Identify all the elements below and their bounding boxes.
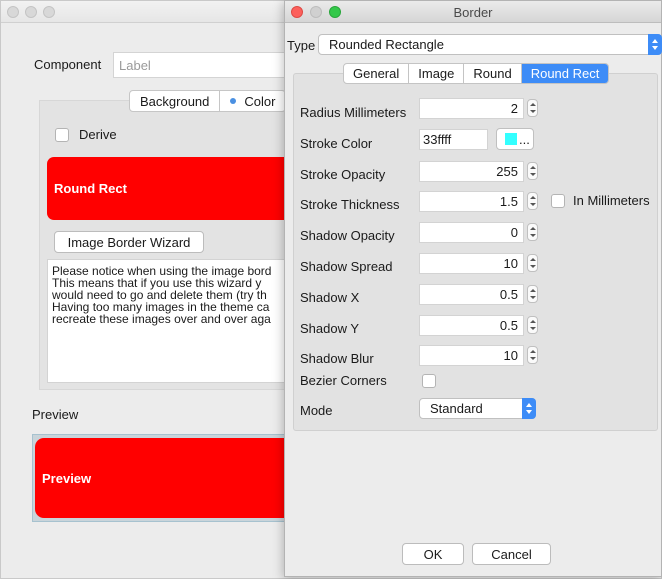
round-rect-sample-text: Round Rect [54, 181, 127, 196]
notice-line: recreate these images over and over aga [52, 312, 271, 326]
stroke-thickness-spinner[interactable] [527, 192, 538, 210]
shadow-x-input[interactable]: 0.5 [419, 284, 524, 305]
ok-button[interactable]: OK [402, 543, 464, 565]
bg-close-button[interactable] [7, 6, 19, 18]
in-millimeters-row[interactable]: In Millimeters [551, 193, 650, 208]
tab-background[interactable]: Background [130, 91, 221, 111]
shadow-spread-input[interactable]: 10 [419, 253, 524, 274]
tab-general-label: General [353, 66, 400, 81]
radius-mm-input[interactable]: 2 [419, 98, 524, 119]
derive-label: Derive [79, 127, 117, 142]
select-arrows-icon [522, 398, 536, 419]
shadow-spread-spinner[interactable] [527, 254, 538, 272]
stroke-thickness-input[interactable]: 1.5 [419, 191, 524, 212]
border-tabs: General Image Round Round Rect [343, 63, 610, 84]
mode-select-value: Standard [430, 401, 483, 416]
cancel-button[interactable]: Cancel [472, 543, 551, 565]
image-border-wizard-label: Image Border Wizard [67, 234, 191, 250]
notice-textarea[interactable]: Please notice when using the image bord … [47, 259, 297, 383]
shadow-y-label: Shadow Y [300, 321, 360, 336]
derive-checkbox[interactable] [55, 127, 69, 142]
shadow-opacity-label: Shadow Opacity [300, 228, 395, 243]
stroke-color-picker-button[interactable]: ... [496, 128, 534, 150]
stroke-opacity-input[interactable]: 255 [419, 161, 524, 182]
select-arrows-icon [648, 34, 662, 55]
bg-minimize-button[interactable] [25, 6, 37, 18]
shadow-x-spinner[interactable] [527, 285, 538, 303]
shadow-blur-spinner[interactable] [527, 346, 538, 364]
color-swatch-icon [505, 133, 517, 145]
in-millimeters-label: In Millimeters [573, 193, 650, 208]
derive-row[interactable]: Derive [55, 127, 117, 142]
cancel-button-label: Cancel [491, 546, 532, 562]
mode-label: Mode [300, 403, 333, 418]
bezier-corners-label: Bezier Corners [300, 373, 387, 388]
tab-color[interactable]: Color [220, 91, 285, 111]
round-rect-sample: Round Rect [47, 157, 292, 220]
tab-image-label: Image [418, 66, 455, 81]
tab-round[interactable]: Round [464, 64, 522, 83]
tab-round-rect-label: Round Rect [530, 66, 600, 81]
tab-general[interactable]: General [344, 64, 410, 83]
preview-label: Preview [32, 407, 79, 422]
ok-button-label: OK [423, 546, 443, 562]
shadow-y-input[interactable]: 0.5 [419, 315, 524, 336]
shadow-opacity-spinner[interactable] [527, 223, 538, 241]
type-label: Type [287, 38, 316, 53]
component-input[interactable]: Label [113, 52, 313, 78]
component-label: Component [34, 57, 102, 72]
type-select-value: Rounded Rectangle [329, 37, 444, 52]
tab-round-label: Round [473, 66, 512, 81]
shadow-blur-input[interactable]: 10 [419, 345, 524, 366]
shadow-opacity-input[interactable]: 0 [419, 222, 524, 243]
mode-select[interactable]: Standard [419, 398, 536, 419]
tab-color-label: Color [244, 93, 276, 109]
preview-sample-text: Preview [42, 470, 92, 486]
tab-background-label: Background [140, 93, 210, 109]
in-millimeters-checkbox[interactable] [551, 193, 565, 208]
stroke-thickness-label: Stroke Thickness [300, 197, 400, 212]
stroke-opacity-spinner[interactable] [527, 162, 538, 180]
stroke-opacity-label: Stroke Opacity [300, 167, 386, 182]
image-border-wizard-button[interactable]: Image Border Wizard [54, 231, 204, 253]
stroke-color-label: Stroke Color [300, 136, 373, 151]
stroke-color-picker-label: ... [519, 131, 530, 147]
shadow-x-label: Shadow X [300, 290, 360, 305]
radius-mm-spinner[interactable] [527, 99, 538, 117]
bezier-corners-checkbox[interactable] [422, 374, 436, 388]
bg-maximize-button[interactable] [43, 6, 55, 18]
dialog-titlebar: Border [285, 1, 661, 23]
shadow-spread-label: Shadow Spread [300, 259, 393, 274]
shadow-y-spinner[interactable] [527, 316, 538, 334]
tab-image[interactable]: Image [409, 64, 465, 83]
stroke-color-input[interactable]: 33ffff [419, 129, 488, 150]
radius-mm-label: Radius Millimeters [300, 105, 407, 120]
dot-icon [230, 98, 237, 104]
type-select[interactable]: Rounded Rectangle [318, 34, 662, 55]
shadow-blur-label: Shadow Blur [300, 351, 374, 366]
tab-round-rect[interactable]: Round Rect [521, 64, 609, 83]
style-tabs: Background Color [129, 90, 287, 112]
preview-sample: Preview [35, 438, 293, 518]
dialog-title: Border [453, 5, 493, 20]
border-dialog: Border Type Rounded Rectangle General Im… [284, 0, 662, 577]
